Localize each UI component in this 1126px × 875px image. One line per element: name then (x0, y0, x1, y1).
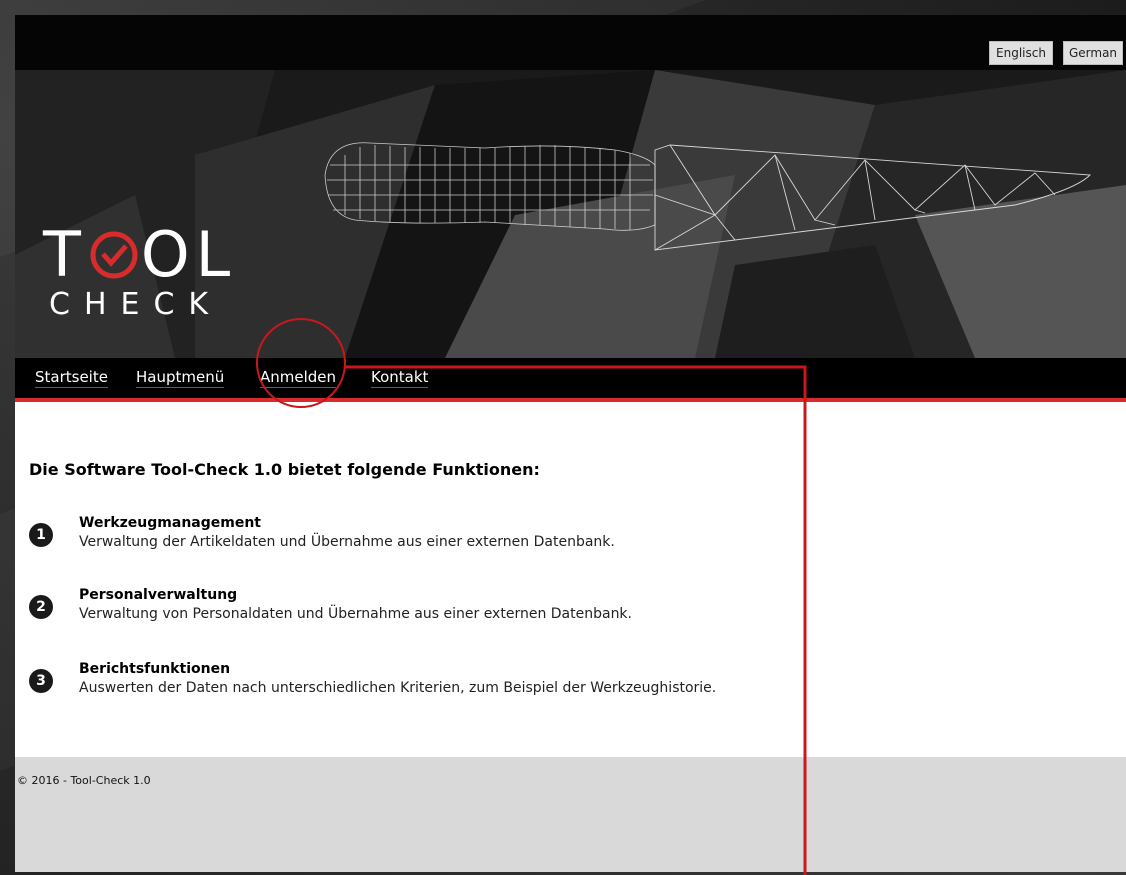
main-content: Die Software Tool-Check 1.0 bietet folge… (15, 402, 1126, 772)
number-badge-icon: 3 (29, 669, 53, 693)
number-badge-icon: 1 (29, 523, 53, 547)
feature-title: Werkzeugmanagement (79, 515, 261, 531)
feature-item: 2 Personalverwaltung Verwaltung von Pers… (29, 587, 1029, 637)
language-english-button[interactable]: Englisch (989, 41, 1053, 65)
page-footer: © 2016 - Tool-Check 1.0 (15, 757, 1126, 872)
language-german-button[interactable]: German (1063, 41, 1123, 65)
feature-description: Verwaltung von Personaldaten und Übernah… (79, 606, 632, 622)
page-heading: Die Software Tool-Check 1.0 bietet folge… (29, 460, 540, 479)
browser-page: Englisch German T OL CHECK Startseite Hau… (15, 15, 1126, 872)
checkmark-circle-icon (90, 231, 138, 279)
footer-copyright: © 2016 - Tool-Check 1.0 (17, 774, 151, 787)
main-navigation: Startseite Hauptmenü Anmelden Kontakt (15, 358, 1126, 402)
number-badge-icon: 2 (29, 595, 53, 619)
logo-letters-ol: OL (140, 218, 237, 291)
logo-letter-t: T (43, 218, 87, 291)
feature-item: 1 Werkzeugmanagement Verwaltung der Arti… (29, 515, 1029, 565)
nav-link-kontakt[interactable]: Kontakt (371, 368, 429, 388)
nav-link-hauptmenue[interactable]: Hauptmenü (136, 368, 225, 388)
feature-title: Personalverwaltung (79, 587, 238, 603)
nav-link-startseite[interactable]: Startseite (35, 368, 108, 388)
feature-title: Berichtsfunktionen (79, 661, 231, 677)
feature-description: Auswerten der Daten nach unterschiedlich… (79, 680, 717, 696)
logo-text-check: CHECK (49, 287, 223, 322)
logo-text-tool: T OL (43, 219, 236, 291)
nav-link-anmelden[interactable]: Anmelden (260, 368, 337, 388)
feature-item: 3 Berichtsfunktionen Auswerten der Daten… (29, 661, 1029, 711)
feature-description: Verwaltung der Artikeldaten und Übernahm… (79, 534, 615, 550)
header-banner: Englisch German T OL CHECK (15, 15, 1126, 358)
tool-check-logo[interactable]: T OL CHECK (43, 219, 263, 329)
